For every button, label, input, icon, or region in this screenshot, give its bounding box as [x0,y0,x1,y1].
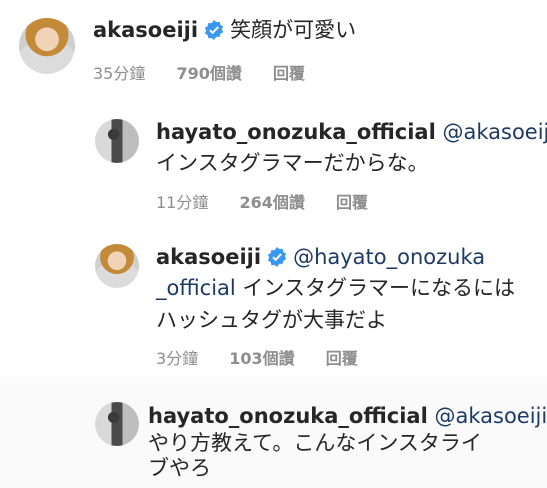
comment-time: 35分鐘 [93,64,146,83]
comment-likes[interactable]: 790個讚 [176,64,241,83]
reply-button[interactable]: 回覆 [326,349,358,368]
comment-text: やり方教えて。こんなインスタライ [148,431,482,455]
comment-username[interactable]: akasoeiji [93,18,198,42]
mention-link[interactable]: @akasoeiji [434,404,547,428]
comment-username[interactable]: akasoeiji [156,245,261,269]
mention-link-continued[interactable]: _official [156,276,236,300]
comment-username[interactable]: hayato_onozuka_official [148,404,428,428]
comment-text: 笑顔が可愛い [230,18,357,42]
comment-text: インスタグラマーになるには [242,276,516,300]
reply-button[interactable]: 回覆 [273,64,305,83]
comment-time: 11分鐘 [156,193,209,212]
comment-text-continued: ハッシュタグが大事だよ [156,308,387,332]
verified-badge-icon [204,20,224,40]
avatar[interactable] [19,18,75,74]
avatar[interactable] [95,244,139,288]
comment-username[interactable]: hayato_onozuka_official [156,120,436,144]
avatar[interactable] [95,402,139,446]
mention-link[interactable]: @hayato_onozuka [293,245,485,269]
comment-text-continued: ブやろ [148,456,211,480]
reply-button[interactable]: 回覆 [336,193,368,212]
comment-text: インスタグラマーだからな。 [156,151,429,175]
mention-link[interactable]: @akasoeiji [442,120,547,144]
comment-time: 3分鐘 [156,349,199,368]
verified-badge-icon [267,247,287,267]
avatar[interactable] [95,119,139,163]
comment-likes[interactable]: 103個讚 [229,349,294,368]
comment-likes[interactable]: 264個讚 [239,193,304,212]
